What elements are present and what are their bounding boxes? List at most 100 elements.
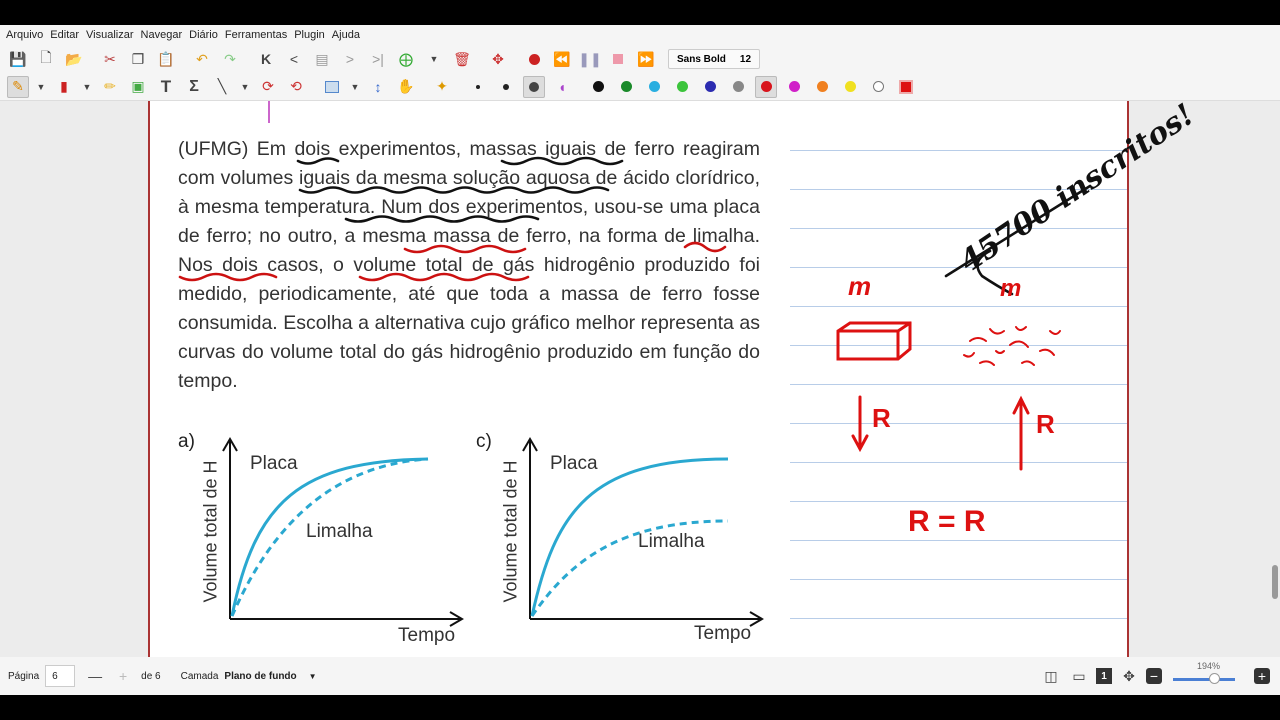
paste-icon[interactable]: 📋 [155, 48, 177, 70]
select-object-icon[interactable]: ⟲ [285, 76, 307, 98]
delete-page-icon[interactable]: 🗑 [451, 48, 473, 70]
two-page-view-icon[interactable]: ◫ [1040, 665, 1062, 687]
line-dropdown-icon[interactable]: ▼ [239, 76, 251, 98]
font-size: 12 [739, 53, 752, 65]
color-green[interactable] [615, 76, 637, 98]
stop-icon[interactable] [607, 48, 629, 70]
menu-ajuda[interactable]: Ajuda [330, 29, 365, 41]
prev-page-icon[interactable]: < [283, 48, 305, 70]
underline-dois [296, 157, 340, 165]
color-gray[interactable] [727, 76, 749, 98]
color-white[interactable] [867, 76, 889, 98]
first-page-icon[interactable]: K [255, 48, 277, 70]
vertical-scrollbar[interactable] [1272, 565, 1278, 599]
increment-page-icon[interactable]: + [112, 665, 134, 687]
rect-select-icon[interactable] [321, 76, 343, 98]
zoom-slider-handle[interactable] [1209, 673, 1220, 684]
graph-c-xlabel: Tempo [694, 623, 752, 644]
zoom-100-icon[interactable]: 1 [1096, 668, 1112, 684]
open-icon[interactable]: 📂 [63, 48, 85, 70]
undo-icon[interactable]: ↶ [191, 48, 213, 70]
rewind-icon[interactable]: ⏪ [551, 48, 573, 70]
zoom-slider[interactable]: 194% [1173, 661, 1243, 691]
color-black[interactable] [587, 76, 609, 98]
color-orange[interactable] [811, 76, 833, 98]
decrement-page-icon[interactable]: — [84, 665, 106, 687]
select-dropdown-icon[interactable]: ▼ [349, 76, 361, 98]
line-icon[interactable]: ╲ [211, 76, 233, 98]
pause-icon[interactable]: ❚❚ [578, 48, 601, 70]
underline-placa-ferro [403, 244, 527, 254]
color-yellow[interactable] [839, 76, 861, 98]
graph-a-letter: a) [178, 431, 195, 452]
page-label: Página [8, 670, 40, 682]
note-equation: R = R [908, 505, 986, 538]
vertical-space-icon[interactable]: ↕ [367, 76, 389, 98]
image-icon[interactable]: ▣ [127, 76, 149, 98]
hand-icon[interactable]: ✋ [395, 76, 417, 98]
thick-stroke-icon[interactable] [523, 75, 545, 98]
math-icon[interactable]: Σ [183, 76, 205, 98]
handwriting-layer [178, 156, 1092, 627]
redo-icon[interactable]: ↷ [219, 48, 241, 70]
dropdown-icon[interactable]: ▼ [423, 48, 445, 70]
next-page-icon[interactable]: > [339, 48, 361, 70]
menu-navegar[interactable]: Navegar [139, 29, 188, 41]
copy-icon[interactable]: ❐ [127, 48, 149, 70]
save-icon[interactable]: 💾 [7, 48, 29, 70]
text-tool-icon[interactable]: T [155, 76, 177, 98]
iron-plate-sketch [836, 321, 912, 361]
main-toolbar: 💾 🗋 📂 ✂ ❐ 📋 ↶ ↷ K < ▤ > >| ⨁ ▼ 🗑 ✥ ⏪ ❚❚ … [0, 45, 1280, 73]
arrow-down [851, 395, 869, 453]
graph-a-xlabel: Tempo [398, 625, 456, 646]
menu-editar[interactable]: Editar [48, 29, 84, 41]
graph-a-limalha-label: Limalha [306, 521, 373, 542]
font-selector[interactable]: Sans Bold 12 [668, 49, 761, 69]
menu-ferramentas[interactable]: Ferramentas [223, 29, 292, 41]
last-page-icon[interactable]: >| [367, 48, 389, 70]
pen-dropdown-icon[interactable]: ▼ [35, 76, 47, 98]
add-page-icon[interactable]: ⨁ [395, 48, 417, 70]
medium-stroke-icon[interactable] [495, 76, 517, 98]
eraser-dropdown-icon[interactable]: ▼ [81, 76, 93, 98]
menu-visualizar[interactable]: Visualizar [84, 29, 139, 41]
zoom-out-icon[interactable]: − [1146, 668, 1162, 684]
menu-diario[interactable]: Diário [187, 29, 223, 41]
eraser-icon[interactable]: ▮ [53, 76, 75, 98]
canvas-area[interactable]: (UFMG) Em dois experimentos, massas igua… [0, 101, 1280, 657]
fill-icon[interactable]: ◖ [551, 76, 573, 98]
new-page-icon[interactable]: 🗋 [35, 48, 57, 70]
pen-icon[interactable]: ✎ [7, 75, 29, 98]
highlighter-icon[interactable]: ✏ [99, 76, 121, 98]
thin-stroke-icon[interactable] [467, 76, 489, 98]
menu-plugin[interactable]: Plugin [292, 29, 330, 41]
color-red[interactable] [755, 75, 777, 98]
lasso-icon[interactable]: ⟳ [257, 76, 279, 98]
underline-temperatura [344, 215, 540, 223]
fast-forward-icon[interactable]: ⏩ [635, 48, 657, 70]
fullscreen-icon[interactable]: ✥ [487, 48, 509, 70]
color-blue[interactable] [699, 76, 721, 98]
zoom-fit-icon[interactable]: ✥ [1118, 665, 1140, 687]
layer-value[interactable]: Plano de fundo [224, 671, 296, 682]
menu-arquivo[interactable]: Arquivo [4, 29, 48, 41]
app-window: Arquivo Editar Visualizar Navegar Diário… [0, 25, 1280, 695]
page-icon[interactable]: ▤ [311, 48, 333, 70]
default-tool-icon[interactable]: ✦ [431, 76, 453, 98]
page-number-value: 6 [52, 670, 58, 682]
record-icon[interactable] [523, 48, 545, 70]
layer-dropdown-icon[interactable]: ▼ [309, 672, 317, 681]
color-light-green[interactable] [671, 76, 693, 98]
graph-c-limalha-label: Limalha [638, 531, 705, 552]
cut-icon[interactable]: ✂ [99, 48, 121, 70]
color-light-blue[interactable] [643, 76, 665, 98]
underline-massa-ferro [178, 272, 278, 282]
page-number-input[interactable]: 6 [45, 665, 76, 687]
custom-color-icon[interactable] [895, 76, 917, 98]
underline-mesma [683, 241, 727, 253]
color-magenta[interactable] [783, 76, 805, 98]
note-page[interactable]: (UFMG) Em dois experimentos, massas igua… [148, 101, 1201, 657]
zoom-in-icon[interactable]: + [1254, 668, 1270, 684]
presentation-icon[interactable]: ▭ [1068, 665, 1090, 687]
note-r-down: R [872, 403, 891, 433]
